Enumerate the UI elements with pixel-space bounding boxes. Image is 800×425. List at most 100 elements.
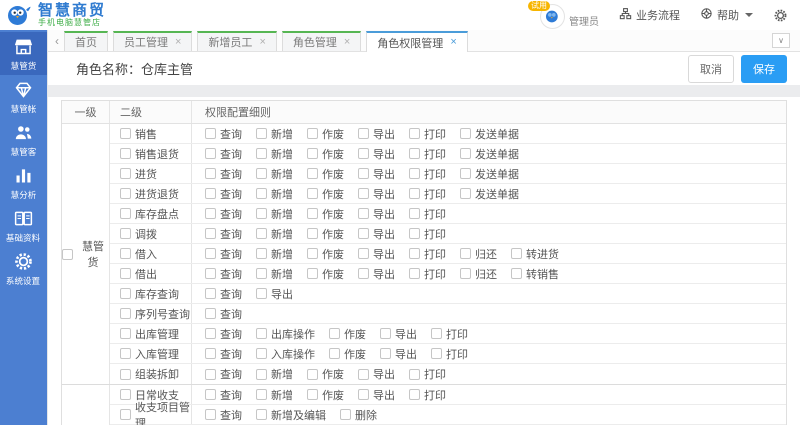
checkbox[interactable] [120, 148, 131, 159]
checkbox[interactable] [256, 208, 267, 219]
checkbox[interactable] [205, 148, 216, 159]
checkbox[interactable] [205, 368, 216, 380]
checkbox[interactable] [511, 268, 522, 279]
tabs-scroll-left-button[interactable]: ‹ [50, 31, 64, 51]
checkbox[interactable] [511, 248, 522, 259]
checkbox[interactable] [256, 268, 267, 279]
checkbox[interactable] [205, 208, 216, 219]
tab-close-icon[interactable]: × [175, 36, 181, 48]
checkbox[interactable] [358, 128, 369, 139]
checkbox[interactable] [358, 208, 369, 219]
checkbox[interactable] [460, 188, 471, 199]
checkbox[interactable] [409, 368, 420, 380]
checkbox[interactable] [205, 409, 216, 420]
tab-close-icon[interactable]: × [450, 37, 456, 48]
checkbox[interactable] [340, 409, 351, 420]
checkbox[interactable] [307, 228, 318, 239]
checkbox[interactable] [431, 348, 442, 359]
checkbox[interactable] [205, 228, 216, 239]
checkbox[interactable] [256, 168, 267, 179]
cancel-button[interactable]: 取消 [688, 54, 734, 83]
checkbox[interactable] [307, 208, 318, 219]
checkbox[interactable] [358, 188, 369, 199]
checkbox[interactable] [256, 128, 267, 139]
checkbox[interactable] [205, 308, 216, 319]
sidebar-item-6[interactable]: 系统设置 [0, 247, 47, 290]
tab-close-icon[interactable]: × [259, 36, 265, 48]
checkbox[interactable] [256, 368, 267, 380]
checkbox[interactable] [358, 168, 369, 179]
checkbox[interactable] [205, 288, 216, 299]
checkbox[interactable] [409, 248, 420, 259]
checkbox[interactable] [120, 288, 131, 299]
tab-4[interactable]: 角色管理 × [281, 31, 362, 51]
checkbox[interactable] [358, 368, 369, 380]
tab-5[interactable]: 角色权限管理 × [366, 31, 468, 52]
tab-3[interactable]: 新增员工 × [197, 31, 277, 51]
checkbox[interactable] [409, 208, 420, 219]
checkbox[interactable] [205, 248, 216, 259]
checkbox[interactable] [120, 188, 131, 199]
tab-close-icon[interactable]: × [344, 36, 350, 48]
checkbox[interactable] [120, 208, 131, 219]
menu-business-process[interactable]: 业务流程 [619, 7, 680, 23]
checkbox[interactable] [307, 368, 318, 380]
tabs-dropdown-button[interactable]: ∨ [772, 33, 790, 48]
checkbox[interactable] [409, 268, 420, 279]
checkbox[interactable] [205, 168, 216, 179]
checkbox[interactable] [409, 389, 420, 400]
checkbox[interactable] [120, 248, 131, 259]
checkbox[interactable] [409, 148, 420, 159]
checkbox[interactable] [409, 188, 420, 199]
sidebar-item-3[interactable]: 慧管客 [0, 118, 47, 161]
checkbox[interactable] [409, 128, 420, 139]
checkbox[interactable] [62, 248, 73, 260]
checkbox[interactable] [256, 328, 267, 339]
checkbox[interactable] [205, 328, 216, 339]
checkbox[interactable] [460, 248, 471, 259]
tab-1[interactable]: 首页 [64, 31, 108, 51]
save-button[interactable]: 保存 [741, 54, 787, 83]
checkbox[interactable] [256, 148, 267, 159]
checkbox[interactable] [205, 268, 216, 279]
checkbox[interactable] [431, 328, 442, 339]
checkbox[interactable] [256, 348, 267, 359]
checkbox[interactable] [205, 389, 216, 400]
checkbox[interactable] [307, 128, 318, 139]
settings-gear-icon[interactable] [773, 8, 788, 23]
checkbox[interactable] [358, 248, 369, 259]
tab-2[interactable]: 员工管理 × [113, 31, 193, 51]
checkbox[interactable] [256, 228, 267, 239]
checkbox[interactable] [205, 188, 216, 199]
checkbox[interactable] [307, 168, 318, 179]
checkbox[interactable] [120, 128, 131, 139]
checkbox[interactable] [120, 348, 131, 359]
checkbox[interactable] [120, 368, 131, 380]
checkbox[interactable] [205, 348, 216, 359]
checkbox[interactable] [256, 288, 267, 299]
checkbox[interactable] [409, 228, 420, 239]
menu-help[interactable]: 帮助 [700, 7, 753, 23]
checkbox[interactable] [380, 328, 391, 339]
checkbox[interactable] [307, 248, 318, 259]
checkbox[interactable] [256, 389, 267, 400]
checkbox[interactable] [380, 348, 391, 359]
checkbox[interactable] [329, 328, 340, 339]
checkbox[interactable] [358, 228, 369, 239]
checkbox[interactable] [120, 168, 131, 179]
checkbox[interactable] [120, 308, 131, 319]
sidebar-item-5[interactable]: 基础资料 [0, 204, 47, 247]
checkbox[interactable] [120, 409, 131, 420]
checkbox[interactable] [256, 188, 267, 199]
checkbox[interactable] [460, 168, 471, 179]
checkbox[interactable] [460, 268, 471, 279]
checkbox[interactable] [205, 128, 216, 139]
checkbox[interactable] [460, 128, 471, 139]
checkbox[interactable] [307, 389, 318, 400]
checkbox[interactable] [409, 168, 420, 179]
checkbox[interactable] [329, 348, 340, 359]
checkbox[interactable] [120, 228, 131, 239]
checkbox[interactable] [307, 268, 318, 279]
checkbox[interactable] [120, 268, 131, 279]
checkbox[interactable] [120, 328, 131, 339]
